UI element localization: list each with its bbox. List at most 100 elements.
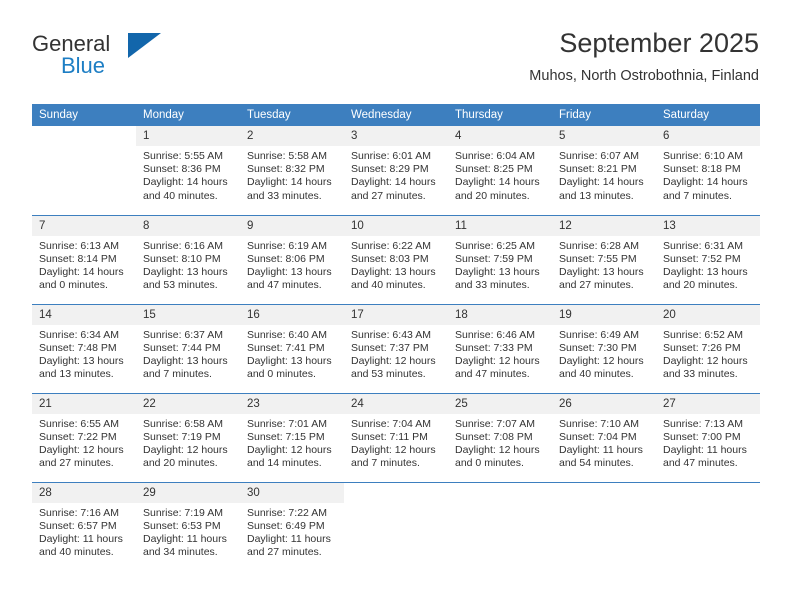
sunset-text: Sunset: 6:57 PM	[39, 519, 117, 532]
calendar-day-cell[interactable]: 22 Sunrise: 6:58 AM Sunset: 7:19 PM Dayligh…	[136, 392, 240, 482]
calendar-day-cell[interactable]: 18 Sunrise: 6:46 AM Sunset: 7:33 PM Dayligh…	[448, 303, 552, 393]
calendar-day-cell[interactable]: 24 Sunrise: 7:04 AM Sunset: 7:11 PM Dayligh…	[344, 392, 448, 482]
calendar-day-cell[interactable]: 20 Sunrise: 6:52 AM Sunset: 7:26 PM Dayligh…	[656, 303, 760, 393]
daylight-text: Daylight: 12 hours	[247, 443, 332, 456]
daylight-text: and 33 minutes.	[663, 368, 738, 381]
daylight-text: Daylight: 12 hours	[455, 443, 540, 456]
sunrise-text: Sunrise: 6:37 AM	[143, 328, 223, 341]
day-number: 21	[32, 393, 136, 414]
daylight-text: Daylight: 12 hours	[143, 443, 228, 456]
day-details: Sunrise: 7:07 AM Sunset: 7:08 PM Daylight:…	[448, 414, 552, 471]
daylight-text: and 20 minutes.	[143, 457, 218, 470]
calendar-day-cell[interactable]: 19 Sunrise: 6:49 AM Sunset: 7:30 PM Dayligh…	[552, 303, 656, 393]
sunrise-text: Sunrise: 7:07 AM	[455, 417, 535, 430]
calendar-day-cell[interactable]: 7 Sunrise: 6:13 AM Sunset: 8:14 PM Daylight…	[32, 214, 136, 304]
calendar-day-cell[interactable]: 10 Sunrise: 6:22 AM Sunset: 8:03 PM Dayligh…	[344, 214, 448, 304]
weekday-header-row: Sunday Monday Tuesday Wednesday Thursday…	[32, 104, 760, 126]
day-number: 14	[32, 304, 136, 325]
calendar-page: General Blue September 2025 Muhos, North…	[0, 0, 792, 612]
day-number: 27	[656, 393, 760, 414]
daylight-text: and 20 minutes.	[663, 279, 738, 292]
day-number: 10	[344, 215, 448, 236]
daylight-text: and 27 minutes.	[351, 189, 426, 202]
daylight-text: Daylight: 11 hours	[559, 443, 643, 456]
day-details: Sunrise: 6:13 AM Sunset: 8:14 PM Daylight:…	[32, 236, 136, 293]
day-details: Sunrise: 7:19 AM Sunset: 6:53 PM Daylight:…	[136, 503, 240, 560]
sunrise-sunset-calendar: Sunday Monday Tuesday Wednesday Thursday…	[32, 104, 760, 571]
day-number: 4	[448, 126, 552, 146]
daylight-text: and 33 minutes.	[455, 279, 530, 292]
sunset-text: Sunset: 7:59 PM	[455, 252, 533, 265]
sunrise-text: Sunrise: 7:16 AM	[39, 506, 119, 519]
calendar-day-cell[interactable]: 3 Sunrise: 6:01 AM Sunset: 8:29 PM Daylight…	[344, 126, 448, 215]
calendar-day-cell[interactable]: 13 Sunrise: 6:31 AM Sunset: 7:52 PM Dayligh…	[656, 214, 760, 304]
calendar-day-cell[interactable]: 23 Sunrise: 7:01 AM Sunset: 7:15 PM Dayligh…	[240, 392, 344, 482]
calendar-day-cell[interactable]: 26 Sunrise: 7:10 AM Sunset: 7:04 PM Dayligh…	[552, 392, 656, 482]
calendar-day-cell[interactable]: 4 Sunrise: 6:04 AM Sunset: 8:25 PM Daylight…	[448, 126, 552, 215]
daylight-text: and 47 minutes.	[247, 279, 322, 292]
calendar-day-cell[interactable]: 27 Sunrise: 7:13 AM Sunset: 7:00 PM Dayligh…	[656, 392, 760, 482]
daylight-text: Daylight: 11 hours	[143, 532, 227, 545]
calendar-day-cell[interactable]: 2 Sunrise: 5:58 AM Sunset: 8:32 PM Daylight…	[240, 126, 344, 215]
calendar-day-cell[interactable]: 8 Sunrise: 6:16 AM Sunset: 8:10 PM Daylight…	[136, 214, 240, 304]
calendar-day-cell[interactable]: 6 Sunrise: 6:10 AM Sunset: 8:18 PM Daylight…	[656, 126, 760, 215]
daylight-text: and 7 minutes.	[351, 457, 420, 470]
calendar-day-cell[interactable]: 21 Sunrise: 6:55 AM Sunset: 7:22 PM Dayligh…	[32, 392, 136, 482]
day-details: Sunrise: 7:22 AM Sunset: 6:49 PM Daylight:…	[240, 503, 344, 560]
daylight-text: and 14 minutes.	[247, 457, 322, 470]
daylight-text: and 13 minutes.	[39, 368, 114, 381]
weekday-header-sunday: Sunday	[32, 104, 136, 126]
day-number	[32, 126, 136, 146]
calendar-day-cell[interactable]: 14 Sunrise: 6:34 AM Sunset: 7:48 PM Dayligh…	[32, 303, 136, 393]
calendar-day-cell[interactable]: 15 Sunrise: 6:37 AM Sunset: 7:44 PM Dayligh…	[136, 303, 240, 393]
day-details: Sunrise: 6:40 AM Sunset: 7:41 PM Daylight:…	[240, 325, 344, 382]
sunset-text: Sunset: 7:44 PM	[143, 341, 221, 354]
sunrise-text: Sunrise: 6:01 AM	[351, 150, 431, 162]
daylight-text: and 0 minutes.	[39, 279, 108, 292]
calendar-day-cell[interactable]: 16 Sunrise: 6:40 AM Sunset: 7:41 PM Dayligh…	[240, 303, 344, 393]
calendar-day-cell[interactable]: 17 Sunrise: 6:43 AM Sunset: 7:37 PM Dayligh…	[344, 303, 448, 393]
daylight-text: Daylight: 13 hours	[247, 354, 332, 367]
weekday-header-friday: Friday	[552, 104, 656, 126]
calendar-day-cell-empty	[448, 481, 552, 571]
daylight-text: Daylight: 14 hours	[559, 176, 644, 189]
day-number	[344, 482, 448, 503]
day-details: Sunrise: 6:31 AM Sunset: 7:52 PM Daylight:…	[656, 236, 760, 293]
day-number: 7	[32, 215, 136, 236]
sunset-text: Sunset: 7:19 PM	[143, 430, 221, 443]
weekday-header-tuesday: Tuesday	[240, 104, 344, 126]
generalblue-logo[interactable]: General Blue	[32, 32, 232, 88]
calendar-day-cell[interactable]: 1 Sunrise: 5:55 AM Sunset: 8:36 PM Daylight…	[136, 126, 240, 215]
sunset-text: Sunset: 8:36 PM	[143, 163, 221, 176]
location-subtitle: Muhos, North Ostrobothnia, Finland	[529, 68, 759, 84]
daylight-text: Daylight: 14 hours	[663, 176, 748, 189]
sunrise-text: Sunrise: 6:34 AM	[39, 328, 119, 341]
calendar-day-cell[interactable]: 12 Sunrise: 6:28 AM Sunset: 7:55 PM Dayligh…	[552, 214, 656, 304]
page-title: September 2025	[559, 28, 759, 58]
calendar-day-cell[interactable]: 28 Sunrise: 7:16 AM Sunset: 6:57 PM Dayligh…	[32, 481, 136, 571]
sunset-text: Sunset: 8:06 PM	[247, 252, 325, 265]
calendar-day-cell[interactable]: 5 Sunrise: 6:07 AM Sunset: 8:21 PM Daylight…	[552, 126, 656, 215]
daylight-text: and 0 minutes.	[247, 368, 316, 381]
calendar-day-cell[interactable]: 29 Sunrise: 7:19 AM Sunset: 6:53 PM Dayligh…	[136, 481, 240, 571]
sunrise-text: Sunrise: 7:22 AM	[247, 506, 327, 519]
calendar-day-cell[interactable]: 11 Sunrise: 6:25 AM Sunset: 7:59 PM Dayligh…	[448, 214, 552, 304]
day-number: 16	[240, 304, 344, 325]
sunrise-text: Sunrise: 6:46 AM	[455, 328, 535, 341]
sunset-text: Sunset: 7:26 PM	[663, 341, 741, 354]
sunset-text: Sunset: 7:22 PM	[39, 430, 117, 443]
sunrise-text: Sunrise: 6:58 AM	[143, 417, 223, 430]
daylight-text: Daylight: 13 hours	[663, 265, 748, 278]
calendar-day-cell[interactable]: 30 Sunrise: 7:22 AM Sunset: 6:49 PM Dayligh…	[240, 481, 344, 571]
day-number: 11	[448, 215, 552, 236]
calendar-day-cell[interactable]: 25 Sunrise: 7:07 AM Sunset: 7:08 PM Dayligh…	[448, 392, 552, 482]
day-details: Sunrise: 7:04 AM Sunset: 7:11 PM Daylight:…	[344, 414, 448, 471]
calendar-day-cell[interactable]: 9 Sunrise: 6:19 AM Sunset: 8:06 PM Daylight…	[240, 214, 344, 304]
daylight-text: Daylight: 14 hours	[455, 176, 540, 189]
day-number: 20	[656, 304, 760, 325]
sunrise-text: Sunrise: 7:01 AM	[247, 417, 327, 430]
sunset-text: Sunset: 7:52 PM	[663, 252, 741, 265]
daylight-text: Daylight: 13 hours	[455, 265, 540, 278]
page-header: General Blue September 2025 Muhos, North…	[32, 26, 759, 98]
calendar-week-row: 21 Sunrise: 6:55 AM Sunset: 7:22 PM Dayligh…	[32, 392, 760, 482]
